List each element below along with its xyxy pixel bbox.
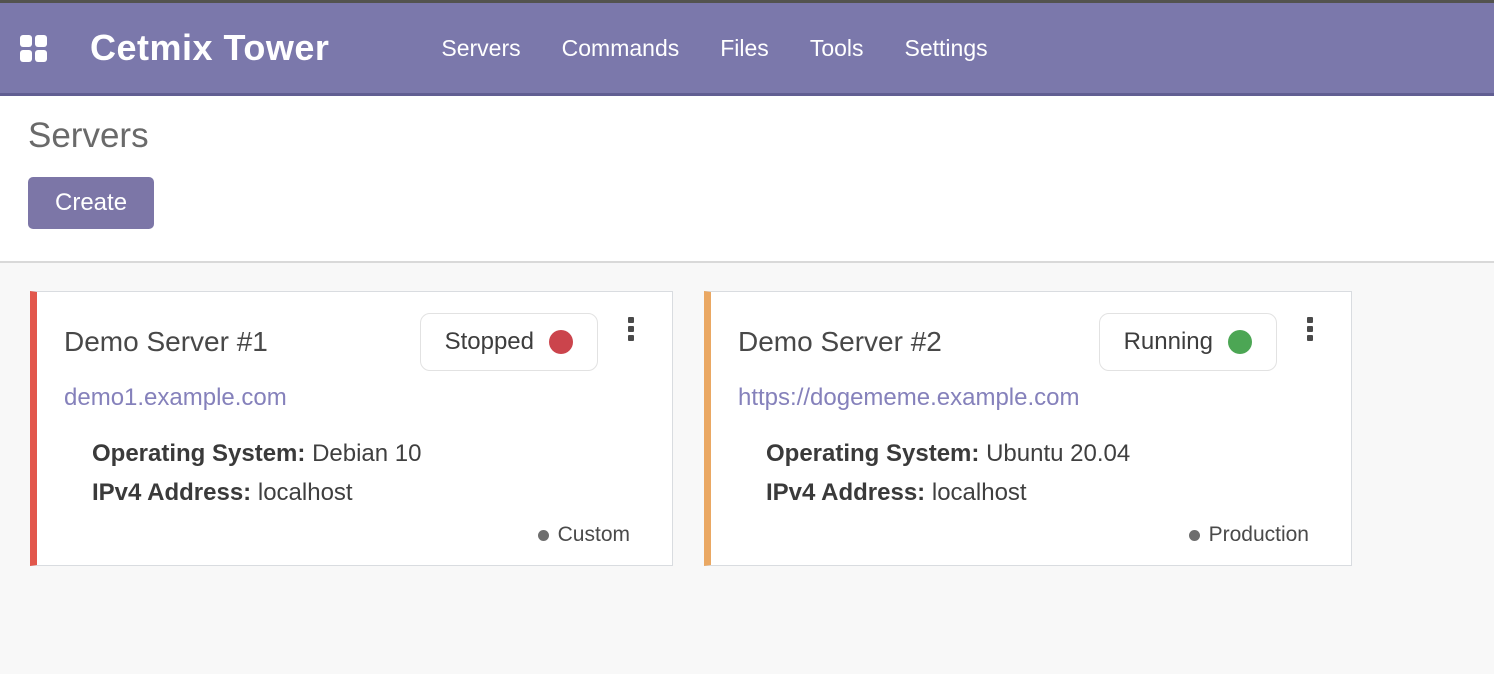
tag-row: Custom: [538, 523, 672, 547]
field-row: Operating System: Debian 10: [92, 434, 672, 473]
server-name: Demo Server #2: [738, 326, 1099, 358]
nav-item-files[interactable]: Files: [720, 35, 769, 62]
server-url-link[interactable]: https://dogememe.example.com: [738, 384, 1080, 412]
nav-item-commands[interactable]: Commands: [562, 35, 680, 62]
tag-label: Production: [1209, 523, 1309, 547]
status-label: Running: [1124, 328, 1213, 356]
tag-dot-icon: [1189, 530, 1200, 541]
field-label: Operating System:: [92, 440, 305, 467]
card-header-row: Demo Server #1 Stopped: [64, 313, 672, 371]
field-value: localhost: [258, 479, 353, 506]
server-status-button[interactable]: Running: [1099, 313, 1277, 371]
nav-item-servers[interactable]: Servers: [441, 35, 520, 62]
create-button[interactable]: Create: [28, 177, 154, 229]
server-details: Operating System: Ubuntu 20.04 IPv4 Addr…: [766, 434, 1351, 512]
tag-dot-icon: [538, 530, 549, 541]
kebab-dot: [1307, 335, 1313, 341]
server-status-button[interactable]: Stopped: [420, 313, 598, 371]
server-card-demo-2[interactable]: Demo Server #2 Running https://dogememe.…: [704, 291, 1352, 566]
apps-grid-icon[interactable]: [13, 28, 53, 68]
main-nav: Servers Commands Files Tools Settings: [441, 35, 987, 62]
field-value: localhost: [932, 479, 1027, 506]
top-navbar: Cetmix Tower Servers Commands Files Tool…: [0, 0, 1494, 96]
field-row: IPv4 Address: localhost: [92, 473, 672, 512]
status-dot-icon: [1228, 330, 1252, 354]
kebab-dot: [628, 326, 634, 332]
kebab-menu-icon[interactable]: [1305, 315, 1315, 343]
apps-grid-square: [35, 35, 47, 47]
page-title: Servers: [28, 116, 1464, 156]
kebab-menu-icon[interactable]: [626, 315, 636, 343]
field-label: Operating System:: [766, 440, 979, 467]
apps-grid-square: [35, 50, 47, 62]
server-card-demo-1[interactable]: Demo Server #1 Stopped demo1.example.com…: [30, 291, 673, 566]
nav-item-tools[interactable]: Tools: [810, 35, 864, 62]
servers-kanban-view: Demo Server #1 Stopped demo1.example.com…: [0, 263, 1494, 674]
status-label: Stopped: [445, 328, 534, 356]
kebab-dot: [1307, 317, 1313, 323]
card-header-row: Demo Server #2 Running: [738, 313, 1351, 371]
kebab-dot: [628, 335, 634, 341]
control-panel: Servers Create: [0, 96, 1494, 263]
brand-title[interactable]: Cetmix Tower: [90, 27, 329, 69]
server-url-link[interactable]: demo1.example.com: [64, 384, 287, 412]
tag-label: Custom: [558, 523, 630, 547]
server-name: Demo Server #1: [64, 326, 420, 358]
server-details: Operating System: Debian 10 IPv4 Address…: [92, 434, 672, 512]
field-label: IPv4 Address:: [92, 479, 251, 506]
field-label: IPv4 Address:: [766, 479, 925, 506]
tag-row: Production: [1189, 523, 1351, 547]
field-value: Ubuntu 20.04: [986, 440, 1130, 467]
field-row: IPv4 Address: localhost: [766, 473, 1351, 512]
status-dot-icon: [549, 330, 573, 354]
apps-grid-square: [20, 35, 32, 47]
kebab-dot: [1307, 326, 1313, 332]
apps-grid-square: [20, 50, 32, 62]
kebab-dot: [628, 317, 634, 323]
field-value: Debian 10: [312, 440, 421, 467]
field-row: Operating System: Ubuntu 20.04: [766, 434, 1351, 473]
nav-item-settings[interactable]: Settings: [905, 35, 988, 62]
